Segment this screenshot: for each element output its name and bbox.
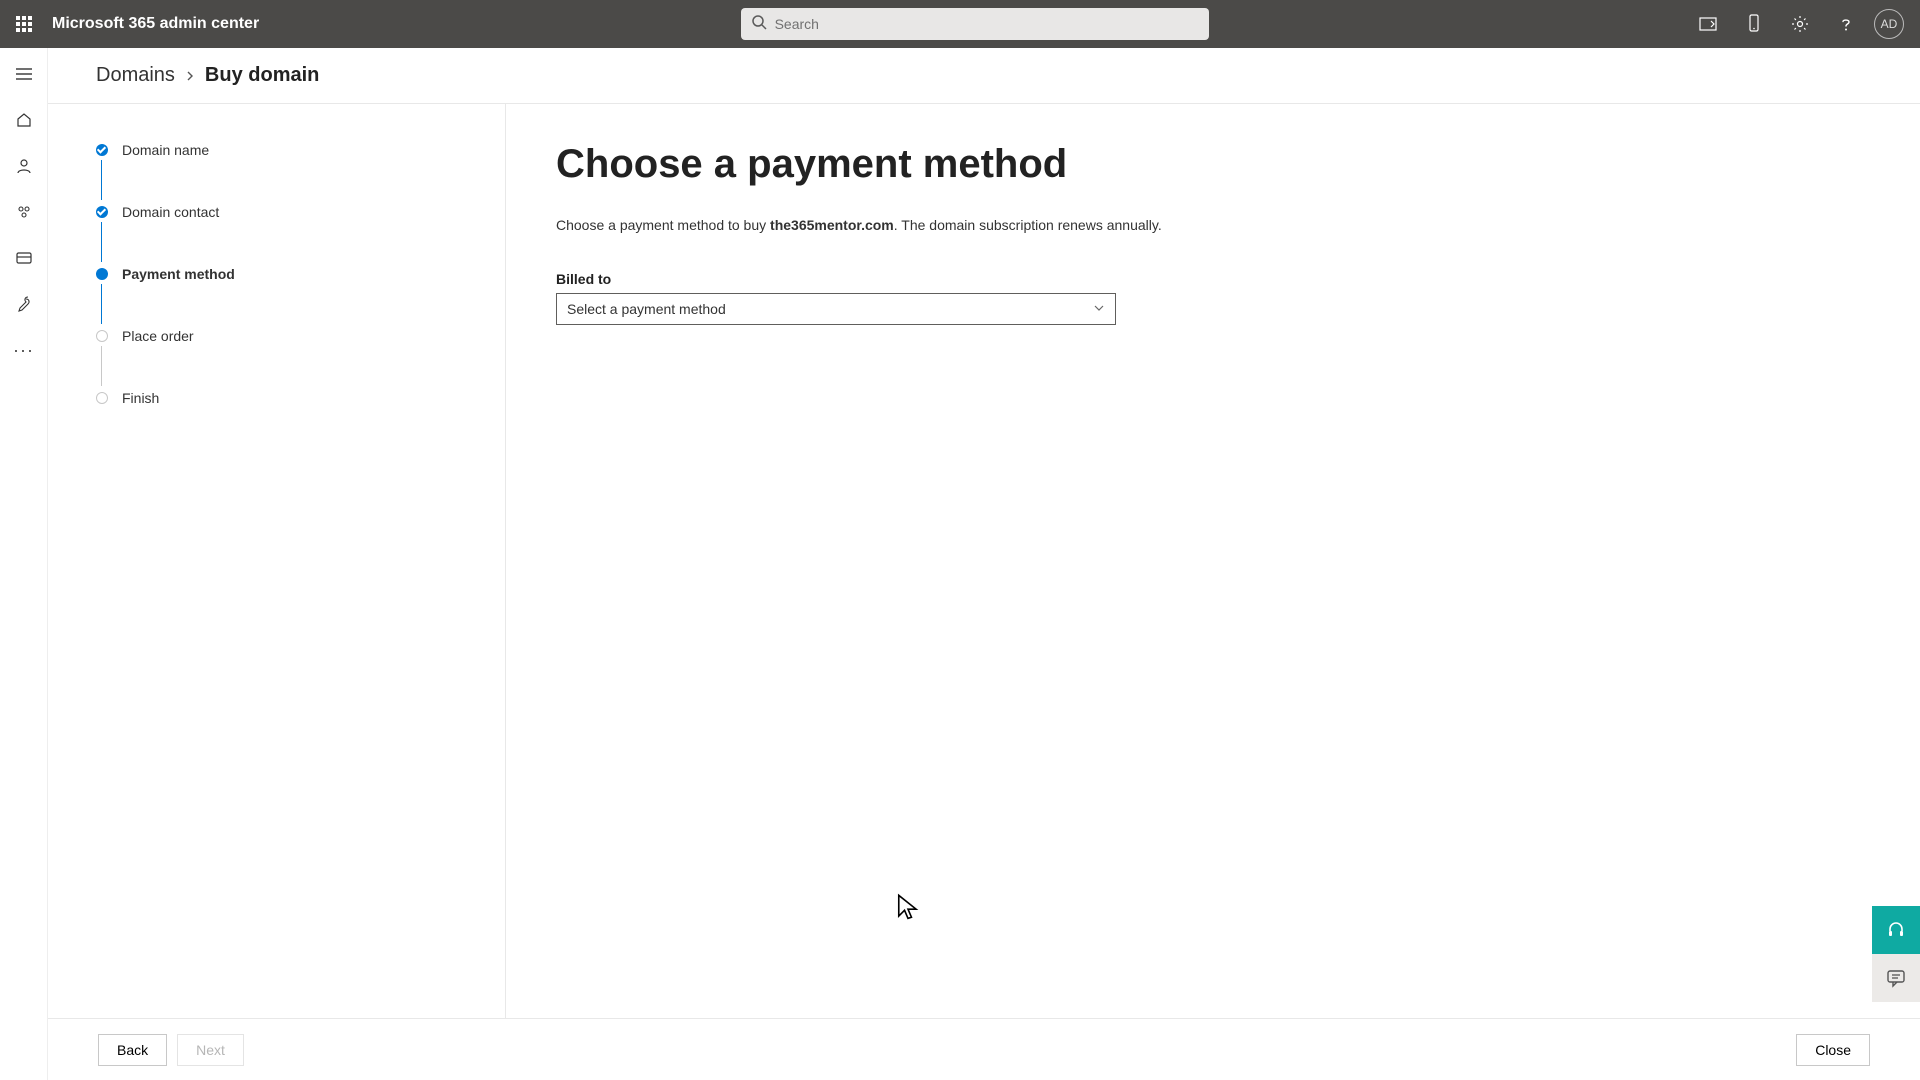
chevron-down-icon [1093,301,1105,317]
main-content: Choose a payment method Choose a payment… [506,104,1920,1018]
users-icon[interactable] [8,150,40,182]
close-button[interactable]: Close [1796,1034,1870,1066]
app-title: Microsoft 365 admin center [52,15,259,33]
step-place-order: Place order [96,328,505,344]
page-description: Choose a payment method to buy the365men… [556,217,1870,233]
app-launcher-button[interactable] [8,8,40,40]
feedback-icon [1886,968,1906,988]
step-label: Domain name [122,142,209,158]
step-indicator-upcoming-icon [96,330,108,342]
page-title: Choose a payment method [556,142,1870,187]
show-all-icon[interactable]: ··· [8,334,40,366]
help-icon[interactable] [1828,6,1864,42]
chevron-right-icon [185,68,195,84]
back-button[interactable]: Back [98,1034,167,1066]
breadcrumb-root[interactable]: Domains [96,64,175,87]
groups-icon[interactable] [8,196,40,228]
step-indicator-completed-icon [96,206,108,218]
step-indicator-completed-icon [96,144,108,156]
floating-actions [1872,906,1920,1002]
billing-icon[interactable] [8,242,40,274]
search-input[interactable] [775,16,1199,32]
left-nav-rail: ··· [0,48,48,1080]
step-domain-contact[interactable]: Domain contact [96,204,505,220]
step-label: Finish [122,390,159,406]
step-payment-method: Payment method [96,266,505,282]
settings-icon[interactable] [1782,6,1818,42]
footer-right: Close [1796,1034,1870,1066]
step-domain-name[interactable]: Domain name [96,142,505,158]
device-icon[interactable] [1736,6,1772,42]
search-container [259,8,1690,40]
billed-to-label: Billed to [556,271,1870,287]
next-button: Next [177,1034,244,1066]
breadcrumb: Domains Buy domain [48,48,1920,104]
payment-method-dropdown[interactable]: Select a payment method [556,293,1116,325]
help-headset-button[interactable] [1872,906,1920,954]
step-label: Place order [122,328,194,344]
step-indicator-upcoming-icon [96,392,108,404]
step-label: Payment method [122,266,235,282]
nav-toggle-icon[interactable] [8,58,40,90]
step-finish: Finish [96,390,505,406]
feedback-button[interactable] [1872,954,1920,1002]
search-icon [751,14,767,35]
footer-left: Back Next [98,1034,244,1066]
content-area: Domains Buy domain Domain name Domain co… [48,48,1920,1080]
desc-suffix: . The domain subscription renews annuall… [894,217,1162,233]
headset-icon [1886,920,1906,940]
waffle-icon [16,16,32,32]
topbar-actions: AD [1690,6,1912,42]
main-row: Domain name Domain contact Payment metho… [48,104,1920,1018]
topbar: Microsoft 365 admin center AD [0,0,1920,48]
step-label: Domain contact [122,204,219,220]
shell-action-icon[interactable] [1690,6,1726,42]
wizard-stepper: Domain name Domain contact Payment metho… [48,104,506,1018]
home-icon[interactable] [8,104,40,136]
search-box[interactable] [741,8,1209,40]
page-body: ··· Domains Buy domain Domain name Domai… [0,48,1920,1080]
step-indicator-current-icon [96,268,108,280]
setup-icon[interactable] [8,288,40,320]
wizard-footer: Back Next Close [48,1018,1920,1080]
desc-prefix: Choose a payment method to buy [556,217,770,233]
breadcrumb-current: Buy domain [205,64,319,87]
dropdown-value: Select a payment method [567,301,726,317]
avatar[interactable]: AD [1874,9,1904,39]
desc-domain: the365mentor.com [770,217,894,233]
